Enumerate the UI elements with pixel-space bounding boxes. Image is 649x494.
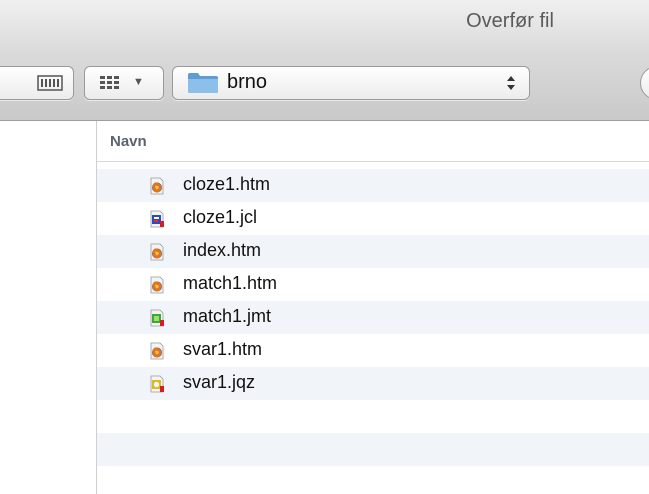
file-name: index.htm (183, 240, 262, 260)
column-header-label: Navn (110, 133, 147, 150)
jquiz-file-icon (149, 375, 165, 393)
file-name: svar1.htm (183, 339, 263, 359)
path-select[interactable]: brno (172, 66, 530, 100)
updown-arrows-icon (507, 76, 515, 90)
empty-row (97, 433, 649, 466)
file-row[interactable]: match1.jmt (97, 301, 649, 334)
columns-view-icon (37, 75, 63, 91)
grid-view-icon (100, 76, 119, 89)
empty-row (97, 466, 649, 494)
file-row[interactable]: cloze1.htm (97, 169, 649, 202)
file-name: match1.jmt (183, 306, 272, 326)
jmatch-file-icon (149, 309, 165, 327)
file-row[interactable]: cloze1.jcl (97, 202, 649, 235)
sidebar (0, 121, 97, 494)
html-file-icon (149, 243, 165, 261)
arrange-button[interactable]: ▼ (84, 66, 164, 100)
html-file-icon (149, 177, 165, 195)
file-row[interactable]: match1.htm (97, 268, 649, 301)
column-header-name[interactable]: Navn (97, 121, 649, 162)
action-button[interactable] (640, 66, 649, 100)
jcloze-file-icon (149, 210, 165, 228)
folder-icon (188, 73, 218, 93)
window-title: Overfør fil (466, 10, 554, 32)
empty-row (97, 400, 649, 433)
html-file-icon (149, 276, 165, 294)
file-row[interactable]: index.htm (97, 235, 649, 268)
file-row[interactable]: svar1.htm (97, 334, 649, 367)
path-label: brno (227, 71, 268, 93)
file-row[interactable]: svar1.jqz (97, 367, 649, 400)
file-list[interactable]: Navn cloze1.htm cloze1.jcl index.htm mat… (97, 121, 649, 494)
title-bar: Overfør fil (0, 0, 649, 48)
toolbar: ▼ brno (0, 48, 649, 121)
file-name: cloze1.jcl (183, 207, 258, 227)
html-file-icon (149, 342, 165, 360)
file-name: svar1.jqz (183, 372, 256, 392)
chevron-down-icon: ▼ (133, 76, 144, 88)
columns-view-button[interactable] (0, 66, 74, 100)
file-name: match1.htm (183, 273, 278, 293)
file-name: cloze1.htm (183, 174, 271, 194)
